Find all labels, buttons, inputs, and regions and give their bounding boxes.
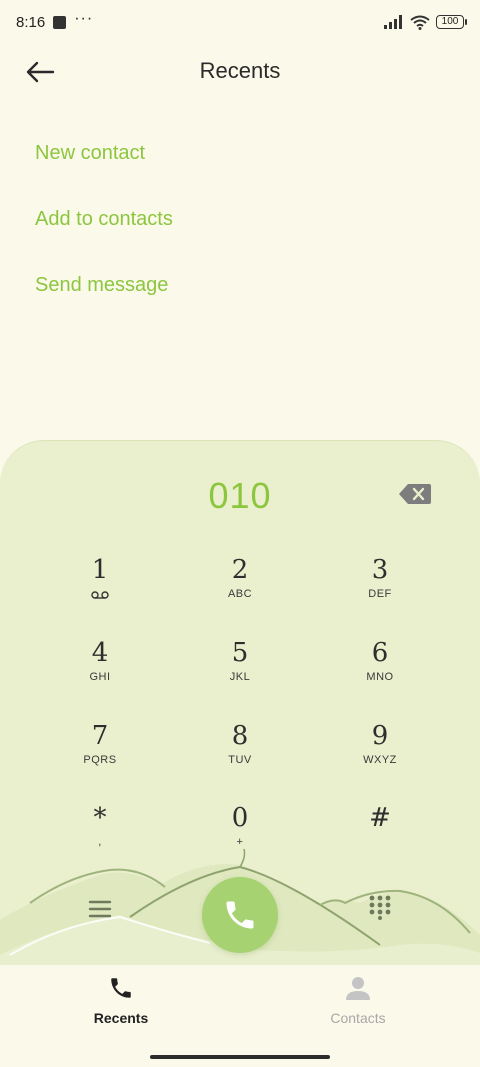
number-actions: New contact Add to contacts Send message bbox=[35, 120, 173, 318]
status-bar: 8:16 ··· 100 bbox=[0, 0, 480, 44]
key-letters: PQRS bbox=[83, 754, 117, 766]
tab-recents-label: Recents bbox=[93, 1010, 149, 1026]
key-letters: TUV bbox=[228, 754, 252, 766]
key-digit: 7 bbox=[91, 721, 109, 751]
key-letters: JKL bbox=[229, 671, 251, 683]
status-left: 8:16 ··· bbox=[16, 10, 94, 31]
tab-contacts-label: Contacts bbox=[330, 1010, 386, 1026]
key-digit: 1 bbox=[91, 555, 109, 585]
key-letters: WXYZ bbox=[363, 754, 397, 766]
phone-icon bbox=[111, 978, 131, 998]
send-message-link[interactable]: Send message bbox=[35, 252, 173, 318]
key-4[interactable]: 4 GHI bbox=[30, 636, 170, 716]
call-button[interactable] bbox=[202, 877, 278, 953]
dialpad-toggle-button[interactable] bbox=[368, 894, 392, 920]
battery-icon: 100 bbox=[436, 15, 467, 29]
voicemail-icon bbox=[91, 591, 109, 599]
key-letters: ABC bbox=[227, 588, 253, 600]
backspace-button[interactable] bbox=[398, 483, 432, 505]
key-8[interactable]: 8 TUV bbox=[170, 719, 310, 799]
key-9[interactable]: 9 WXYZ bbox=[310, 719, 450, 799]
tab-contacts[interactable]: Contacts bbox=[298, 975, 418, 1026]
bottom-navigation: Recents Contacts bbox=[0, 965, 480, 1035]
key-5[interactable]: 5 JKL bbox=[170, 636, 310, 716]
backspace-icon bbox=[399, 484, 431, 504]
battery-level: 100 bbox=[441, 16, 459, 27]
key-digit: 5 bbox=[231, 638, 249, 668]
key-digit: 9 bbox=[371, 721, 389, 751]
key-1[interactable]: 1 bbox=[30, 553, 170, 633]
wifi-icon bbox=[410, 15, 430, 30]
key-digit: # bbox=[369, 803, 391, 833]
phone-icon bbox=[226, 901, 254, 929]
dialpad-grid-icon bbox=[369, 895, 391, 920]
key-6[interactable]: 6 MNO bbox=[310, 636, 450, 716]
header: Recents bbox=[0, 44, 480, 98]
notification-square-icon bbox=[53, 15, 67, 29]
person-icon bbox=[346, 977, 370, 1000]
key-letters: GHI bbox=[89, 671, 111, 683]
key-digit: 4 bbox=[91, 638, 109, 668]
new-contact-link[interactable]: New contact bbox=[35, 120, 173, 186]
arrow-left-icon bbox=[26, 61, 55, 83]
hamburger-menu-icon bbox=[88, 900, 112, 918]
key-digit: 3 bbox=[371, 555, 389, 585]
key-letters: MNO bbox=[366, 671, 394, 683]
key-letters: DEF bbox=[368, 588, 392, 600]
key-digit: 6 bbox=[371, 638, 389, 668]
status-time: 8:16 bbox=[16, 13, 46, 31]
status-overflow: ··· bbox=[74, 10, 94, 27]
page-title: Recents bbox=[199, 58, 281, 83]
status-right: 100 bbox=[384, 15, 467, 30]
key-digit: 2 bbox=[231, 555, 249, 585]
key-digit: * bbox=[93, 803, 107, 833]
key-3[interactable]: 3 DEF bbox=[310, 553, 450, 633]
key-digit: 8 bbox=[231, 721, 249, 751]
home-indicator[interactable] bbox=[150, 1055, 330, 1059]
signal-icon bbox=[384, 15, 402, 29]
tab-recents[interactable]: Recents bbox=[61, 975, 181, 1026]
key-digit: 0 bbox=[231, 803, 249, 833]
key-7[interactable]: 7 PQRS bbox=[30, 719, 170, 799]
menu-button[interactable] bbox=[86, 897, 114, 921]
add-to-contacts-link[interactable]: Add to contacts bbox=[35, 186, 173, 252]
key-2[interactable]: 2 ABC bbox=[170, 553, 310, 633]
back-button[interactable] bbox=[18, 52, 62, 92]
